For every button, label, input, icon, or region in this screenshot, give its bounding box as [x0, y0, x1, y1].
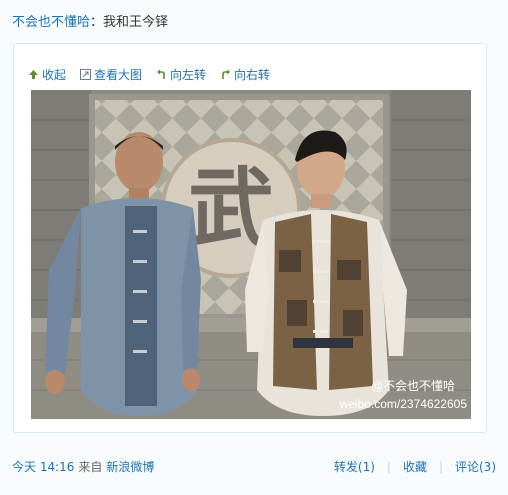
image-toolbar: 收起 查看大图 向左转 向右转 — [28, 66, 270, 82]
watermark-name: @不会也不懂哈 — [371, 379, 455, 393]
rotate-right-label: 向右转 — [234, 67, 271, 82]
author-colon: ： — [90, 15, 104, 30]
rotate-right-icon — [220, 69, 231, 80]
collapse-button[interactable]: 收起 — [28, 66, 66, 83]
view-large-label: 查看大图 — [94, 67, 143, 82]
separator: | — [386, 459, 391, 474]
post-text: 我和王今铎 — [103, 15, 169, 30]
view-large-button[interactable]: 查看大图 — [80, 66, 142, 83]
image-card: 收起 查看大图 向左转 向右转 武 @不会也不懂哈 weibo.com/2374… — [13, 43, 487, 433]
source-link[interactable]: 新浪微博 — [106, 458, 154, 475]
rotate-left-button[interactable]: 向左转 — [156, 66, 206, 83]
repost-link[interactable]: 转发(1) — [334, 458, 375, 475]
watermark-url: weibo.com/2374622605 — [339, 397, 468, 411]
favorite-link[interactable]: 收藏 — [403, 458, 427, 475]
comment-link[interactable]: 评论(3) — [455, 458, 496, 475]
arrow-up-icon — [28, 69, 39, 80]
rotate-right-button[interactable]: 向右转 — [220, 66, 270, 83]
post-header: 不会也不懂哈：我和王今铎 — [12, 14, 168, 32]
photo-illustration: 武 @不会也不懂哈 weibo.com/2374622605 — [31, 90, 471, 419]
source-prefix: 来自 — [78, 460, 103, 474]
separator: | — [438, 459, 443, 474]
author-link[interactable]: 不会也不懂哈 — [12, 15, 90, 30]
rotate-left-label: 向左转 — [170, 67, 207, 82]
post-time[interactable]: 今天 14:16 — [12, 458, 74, 475]
rotate-left-icon — [156, 69, 167, 80]
post-photo[interactable]: 武 @不会也不懂哈 weibo.com/2374622605 — [31, 90, 471, 419]
collapse-label: 收起 — [42, 67, 67, 82]
magnify-icon — [80, 68, 92, 80]
post-footer: 今天 14:16 来自 新浪微博 转发(1) | 收藏 | 评论(3) — [12, 458, 496, 475]
